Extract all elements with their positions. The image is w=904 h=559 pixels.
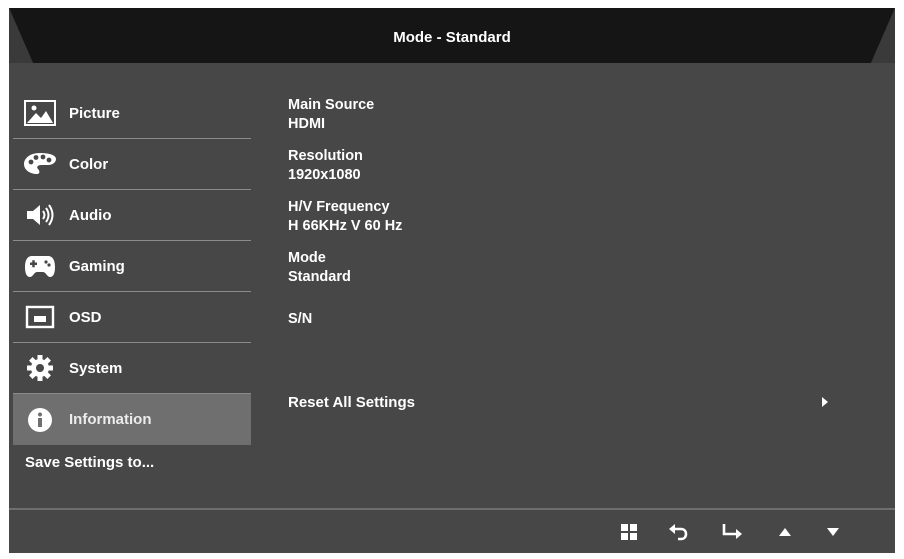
footer-divider bbox=[9, 508, 895, 510]
speaker-icon bbox=[23, 200, 57, 230]
mode-title: Mode - Standard bbox=[393, 29, 511, 46]
main-source-block: Main Source HDMI bbox=[288, 96, 374, 134]
gamepad-icon bbox=[23, 251, 57, 281]
frequency-label: H/V Frequency bbox=[288, 199, 390, 215]
down-arrow-icon[interactable] bbox=[820, 520, 846, 544]
picture-icon bbox=[23, 98, 57, 128]
sidebar-menu: Picture Color Audio Gaming OSD System In… bbox=[13, 88, 251, 445]
sidebar-item-audio[interactable]: Audio bbox=[13, 190, 251, 241]
mode-value: Standard bbox=[288, 269, 351, 285]
chevron-right-icon bbox=[822, 397, 828, 407]
sidebar-item-label: Color bbox=[69, 155, 109, 173]
resolution-value: 1920x1080 bbox=[288, 167, 361, 183]
sidebar-item-label: Gaming bbox=[69, 257, 125, 275]
save-settings-label: Save Settings to... bbox=[25, 454, 155, 471]
serial-block: S/N bbox=[288, 310, 312, 329]
main-source-value: HDMI bbox=[288, 116, 326, 132]
sidebar-item-system[interactable]: System bbox=[13, 343, 251, 394]
main-source-label: Main Source bbox=[288, 97, 375, 113]
back-icon[interactable] bbox=[665, 520, 691, 544]
sidebar-item-label: Information bbox=[69, 411, 152, 428]
resolution-label: Resolution bbox=[288, 148, 363, 164]
gear-icon bbox=[23, 353, 57, 383]
frequency-block: H/V Frequency H 66KHz V 60 Hz bbox=[288, 198, 402, 236]
sidebar-item-gaming[interactable]: Gaming bbox=[13, 241, 251, 292]
frequency-value: H 66KHz V 60 Hz bbox=[288, 218, 403, 234]
serial-label: S/N bbox=[288, 311, 313, 327]
mode-label: Mode bbox=[288, 250, 326, 266]
enter-icon[interactable] bbox=[719, 520, 745, 544]
header-bar: Mode - Standard bbox=[9, 8, 895, 63]
up-arrow-icon[interactable] bbox=[772, 520, 798, 544]
menu-grid-icon[interactable] bbox=[616, 520, 642, 544]
sidebar-item-label: Picture bbox=[69, 104, 120, 122]
save-settings-item[interactable]: Save Settings to... bbox=[13, 454, 154, 471]
sidebar-item-label: OSD bbox=[69, 308, 102, 326]
sidebar-item-information[interactable]: Information bbox=[13, 394, 251, 445]
sidebar-item-label: Audio bbox=[69, 206, 112, 224]
info-icon bbox=[23, 405, 57, 435]
reset-all-settings-label: Reset All Settings bbox=[288, 394, 415, 411]
osd-icon bbox=[23, 302, 57, 332]
sidebar-item-color[interactable]: Color bbox=[13, 139, 251, 190]
reset-all-settings-item[interactable]: Reset All Settings bbox=[288, 394, 828, 418]
palette-icon bbox=[23, 149, 57, 179]
resolution-block: Resolution 1920x1080 bbox=[288, 147, 363, 185]
mode-block: Mode Standard bbox=[288, 249, 351, 287]
osd-panel: Mode - Standard Picture Color Audio Gami… bbox=[9, 8, 895, 553]
sidebar-item-label: System bbox=[69, 359, 123, 377]
sidebar-item-picture[interactable]: Picture bbox=[13, 88, 251, 139]
sidebar-item-osd[interactable]: OSD bbox=[13, 292, 251, 343]
